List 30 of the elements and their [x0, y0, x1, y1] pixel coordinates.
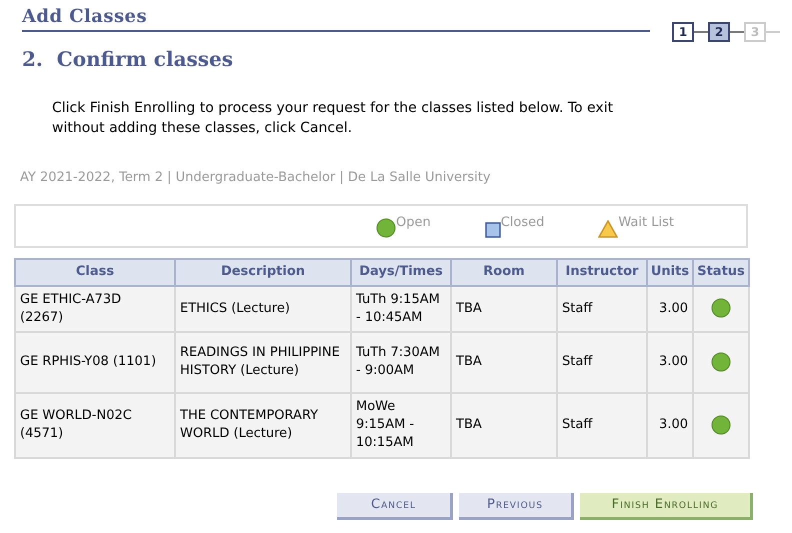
table-cell: 3.00 — [647, 332, 693, 392]
column-header: Room — [451, 258, 557, 286]
table-cell: MoWe 9:15AM - 10:15AM — [351, 392, 451, 458]
term-info: AY 2021-2022, Term 2 | Undergraduate-Bachelor | De La Salle University — [20, 169, 492, 187]
table-cell: THE CONTEMPORARY WORLD (Lecture) — [175, 392, 351, 458]
step-indicator: 1 — [672, 22, 694, 42]
action-button[interactable]: Previous — [459, 492, 574, 520]
step-indicator: 2 — [708, 22, 730, 42]
column-header: Units — [647, 258, 693, 286]
action-button[interactable]: Cancel — [337, 492, 453, 520]
warning-triangle-icon — [598, 220, 618, 238]
section-heading: 2. Confirm classes — [22, 46, 234, 73]
open-status-icon — [376, 218, 396, 238]
column-header: Status — [693, 258, 749, 286]
closed-status-icon — [484, 222, 501, 238]
column-header: Days/Times — [351, 258, 451, 286]
column-header: Instructor — [557, 258, 647, 286]
instructions-text: Click Finish Enrolling to process your request for the classes listed below. To exit without adding these classes, click Cancel. — [52, 99, 614, 138]
page-title: Add Classes — [22, 6, 148, 28]
finish-button[interactable]: Finish Enrolling — [580, 492, 753, 520]
table-cell: GE WORLD-N02C (4571) — [15, 392, 175, 458]
step-indicator: 3 — [744, 22, 766, 42]
table-cell: 3.00 — [647, 392, 693, 458]
column-header: Description — [175, 258, 351, 286]
legend-label: Closed — [500, 214, 544, 232]
table-cell: TBA — [451, 392, 557, 458]
column-header: Class — [15, 258, 175, 286]
legend-label: Open — [396, 214, 431, 232]
table-cell: Staff — [557, 392, 647, 458]
legend-label: Wait List — [618, 214, 674, 232]
